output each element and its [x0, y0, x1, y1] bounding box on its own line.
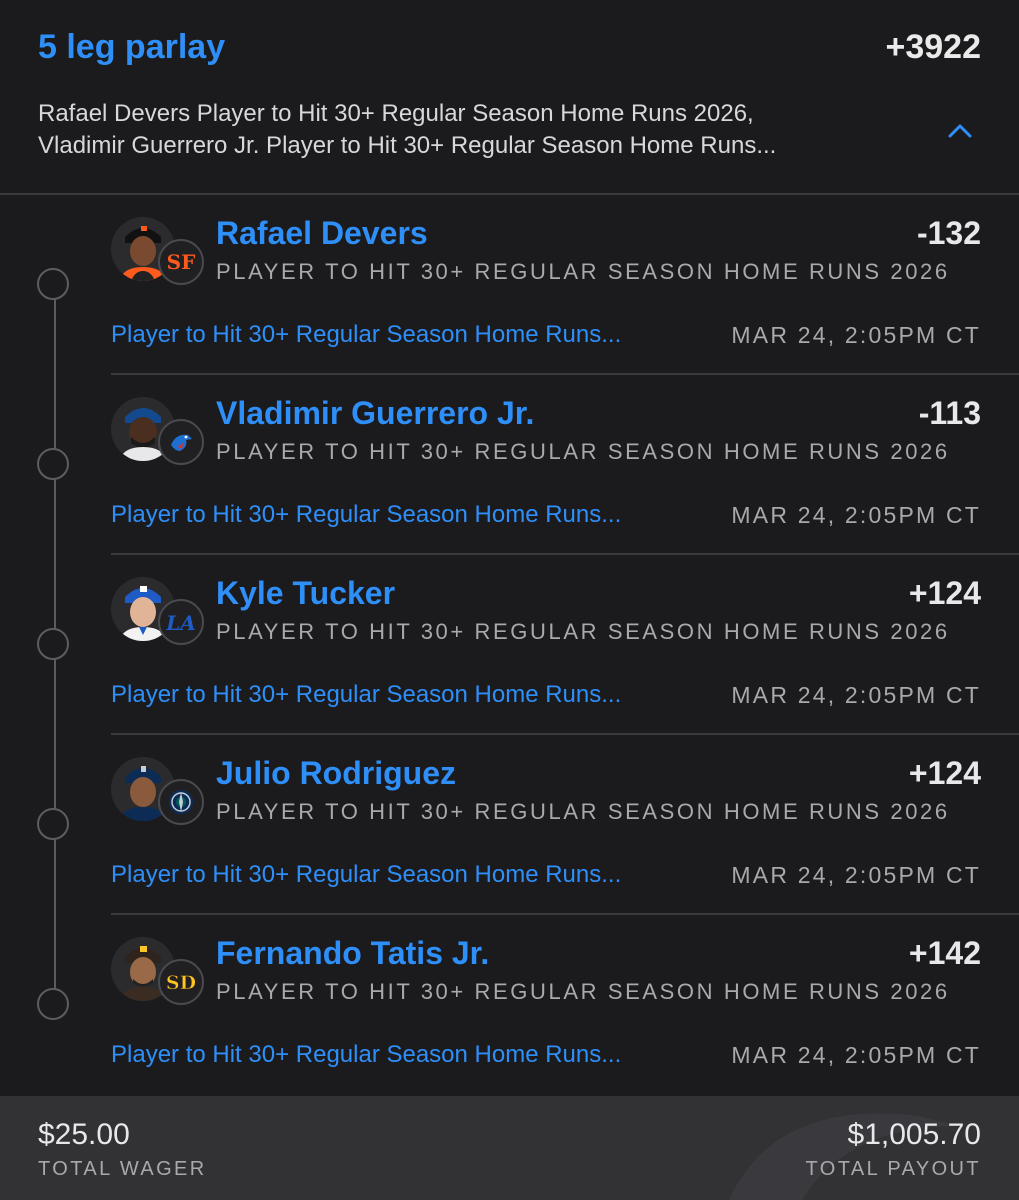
svg-text:SD: SD — [166, 972, 196, 994]
parlay-header[interactable]: 5 leg parlay +3922 Rafael Devers Player … — [0, 0, 1019, 194]
timeline-node — [37, 628, 69, 660]
market-link[interactable]: Player to Hit 30+ Regular Season Home Ru… — [111, 321, 621, 349]
summary-line-2: Vladimir Guerrero Jr. Player to Hit 30+ … — [38, 132, 777, 159]
parlay-summary: Rafael Devers Player to Hit 30+ Regular … — [38, 98, 898, 162]
market-link[interactable]: Player to Hit 30+ Regular Season Home Ru… — [111, 681, 621, 709]
total-payout-label: TOTAL PAYOUT — [805, 1158, 981, 1180]
leg-odds: +124 — [908, 575, 981, 611]
parlay-title: 5 leg parlay — [38, 28, 226, 66]
timeline-node — [37, 808, 69, 840]
leg-row[interactable]: SF Rafael Devers -132 PLAYER TO HIT 30+ … — [0, 195, 1019, 375]
market-link[interactable]: Player to Hit 30+ Regular Season Home Ru… — [111, 501, 621, 529]
player-name[interactable]: Fernando Tatis Jr. — [216, 935, 489, 972]
event-time: MAR 24, 2:05PM CT — [731, 1042, 981, 1068]
parlay-odds: +3922 — [885, 28, 982, 66]
leg-odds: +142 — [908, 935, 981, 971]
event-time: MAR 24, 2:05PM CT — [731, 322, 981, 348]
leg-row[interactable]: Julio Rodriguez +124 PLAYER TO HIT 30+ R… — [0, 735, 1019, 915]
blue-jays-logo-icon — [158, 419, 204, 465]
bet-footer: $25.00 TOTAL WAGER $1,005.70 TOTAL PAYOU… — [0, 1096, 1019, 1200]
market-label: PLAYER TO HIT 30+ REGULAR SEASON HOME RU… — [216, 259, 950, 284]
total-payout-amount: $1,005.70 — [847, 1118, 981, 1151]
leg-odds: -132 — [916, 215, 981, 251]
dodgers-logo-icon: LA — [158, 599, 204, 645]
mariners-logo-icon — [158, 779, 204, 825]
event-time: MAR 24, 2:05PM CT — [731, 682, 981, 708]
svg-text:LA: LA — [166, 611, 196, 635]
timeline-node — [37, 448, 69, 480]
leg-row[interactable]: Vladimir Guerrero Jr. -113 PLAYER TO HIT… — [0, 375, 1019, 555]
player-name[interactable]: Vladimir Guerrero Jr. — [216, 395, 534, 432]
chevron-up-icon[interactable] — [947, 118, 973, 144]
leg-row[interactable]: SD Fernando Tatis Jr. +142 PLAYER TO HIT… — [0, 915, 1019, 1095]
market-label: PLAYER TO HIT 30+ REGULAR SEASON HOME RU… — [216, 799, 950, 824]
market-link[interactable]: Player to Hit 30+ Regular Season Home Ru… — [111, 861, 621, 889]
market-label: PLAYER TO HIT 30+ REGULAR SEASON HOME RU… — [216, 619, 950, 644]
leg-odds: +124 — [908, 755, 981, 791]
market-link[interactable]: Player to Hit 30+ Regular Season Home Ru… — [111, 1041, 621, 1069]
player-name[interactable]: Rafael Devers — [216, 215, 428, 252]
leg-odds: -113 — [918, 395, 981, 431]
player-name[interactable]: Kyle Tucker — [216, 575, 395, 612]
market-label: PLAYER TO HIT 30+ REGULAR SEASON HOME RU… — [216, 439, 950, 464]
svg-text:SF: SF — [167, 250, 196, 274]
event-time: MAR 24, 2:05PM CT — [731, 862, 981, 888]
padres-logo-icon: SD — [158, 959, 204, 1005]
total-wager-amount: $25.00 — [38, 1118, 130, 1151]
leg-row[interactable]: LA Kyle Tucker +124 PLAYER TO HIT 30+ RE… — [0, 555, 1019, 735]
timeline-node — [37, 268, 69, 300]
player-name[interactable]: Julio Rodriguez — [216, 755, 456, 792]
timeline-node — [37, 988, 69, 1020]
giants-logo-icon: SF — [158, 239, 204, 285]
market-label: PLAYER TO HIT 30+ REGULAR SEASON HOME RU… — [216, 979, 950, 1004]
total-wager-label: TOTAL WAGER — [38, 1158, 207, 1180]
summary-line-1: Rafael Devers Player to Hit 30+ Regular … — [38, 100, 754, 127]
event-time: MAR 24, 2:05PM CT — [731, 502, 981, 528]
